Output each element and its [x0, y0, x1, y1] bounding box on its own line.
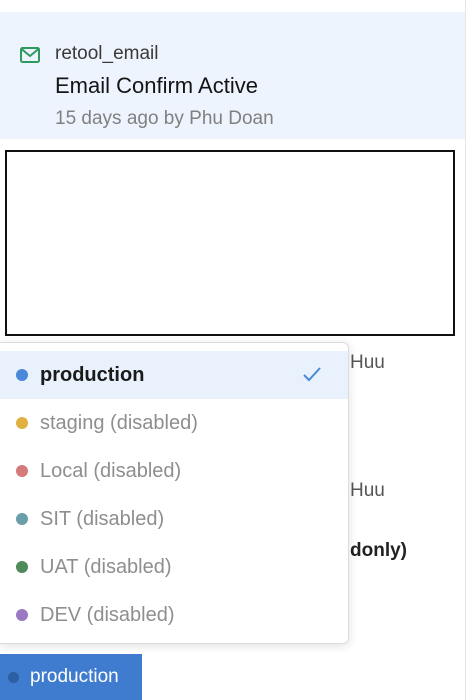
query-title: Email Confirm Active — [55, 73, 258, 98]
envelope-icon — [20, 47, 40, 63]
env-color-dot — [16, 561, 28, 573]
query-card[interactable]: retool_email Email Confirm Active 15 day… — [0, 12, 465, 139]
env-option-label: UAT (disabled) — [40, 555, 172, 578]
env-option-label: Local (disabled) — [40, 459, 182, 482]
query-history-panel: retool_email Email Confirm Active 15 day… — [0, 0, 466, 700]
env-option-label: DEV (disabled) — [40, 603, 175, 626]
readonly-fragment: donly) — [350, 540, 407, 561]
env-color-dot — [16, 609, 28, 621]
env-option-dev[interactable]: DEV (disabled) — [0, 591, 348, 639]
env-option-label: production — [40, 363, 145, 386]
author-fragment: Huu — [350, 480, 385, 501]
environment-dropdown: production staging (disabled) Local (dis… — [0, 342, 349, 644]
environment-selector-button[interactable]: production — [0, 654, 142, 700]
redacted-region — [5, 150, 455, 336]
env-color-dot — [16, 417, 28, 429]
query-meta: 15 days ago by Phu Doan — [55, 108, 274, 129]
env-color-dot — [8, 671, 19, 683]
env-option-production[interactable]: production — [0, 351, 348, 399]
env-option-sit[interactable]: SIT (disabled) — [0, 495, 348, 543]
env-color-dot — [16, 369, 28, 381]
env-option-label: staging (disabled) — [40, 411, 198, 434]
env-option-staging[interactable]: staging (disabled) — [0, 399, 348, 447]
env-color-dot — [16, 513, 28, 525]
resource-name: retool_email — [55, 43, 159, 64]
author-fragment: Huu — [350, 352, 385, 373]
env-color-dot — [16, 465, 28, 477]
env-option-label: SIT (disabled) — [40, 507, 165, 530]
env-option-local[interactable]: Local (disabled) — [0, 447, 348, 495]
env-option-uat[interactable]: UAT (disabled) — [0, 543, 348, 591]
checkmark-icon — [303, 367, 321, 382]
environment-button-label: production — [30, 666, 119, 687]
